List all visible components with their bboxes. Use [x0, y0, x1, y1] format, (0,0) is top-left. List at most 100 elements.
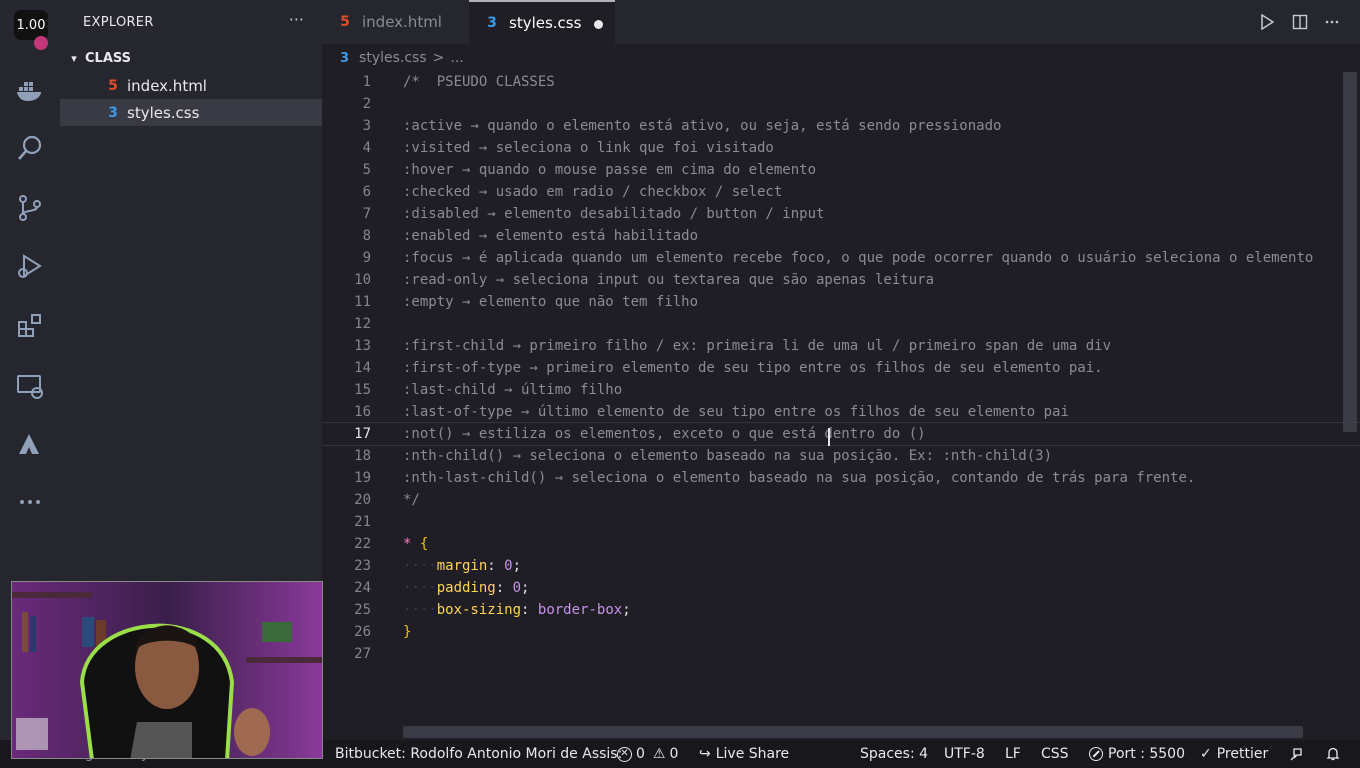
line-number: 8 — [362, 228, 371, 244]
docker-icon[interactable] — [0, 68, 60, 112]
code-text: } — [403, 624, 412, 640]
code-line[interactable]: 10 :read-only → seleciona input ou textar… — [322, 269, 1360, 291]
source-control-icon[interactable] — [0, 186, 60, 230]
check-double-icon: ✓ — [1200, 746, 1212, 762]
breadcrumb-file[interactable]: styles.css — [359, 50, 427, 66]
line-number: 7 — [362, 206, 371, 222]
code-line[interactable]: 13:first-child → primeiro filho / ex: pr… — [322, 335, 1360, 357]
webcam-overlay — [11, 581, 323, 759]
line-number: 24 — [354, 580, 371, 596]
code-text: ····margin: 0; — [403, 558, 522, 574]
line-number: 26 — [354, 624, 371, 640]
code-line[interactable]: 11:empty → elemento que não tem filho — [322, 291, 1360, 313]
code-line[interactable]: 12 — [322, 313, 1360, 335]
code-text: :checked → usado em radio / checkbox / s… — [403, 184, 783, 200]
text-cursor — [828, 428, 830, 446]
line-number: 18 — [354, 448, 371, 464]
code-line[interactable]: 7 :disabled → elemento desabilitado / but… — [322, 203, 1360, 225]
breadcrumb[interactable]: 3 styles.css > ... — [340, 46, 464, 70]
explorer-more-button[interactable]: ··· — [289, 10, 304, 29]
line-number: 17 — [354, 426, 371, 442]
split-editor-icon[interactable] — [1290, 12, 1310, 32]
code-line[interactable]: 21 — [322, 511, 1360, 533]
code-line[interactable]: 24 ····padding: 0; — [322, 577, 1360, 599]
file-item-styles-css[interactable]: 3 styles.css — [60, 99, 322, 126]
status-bitbucket[interactable]: Bitbucket: Rodolfo Antonio Mori de Assis… — [335, 740, 622, 768]
tab-label: index.html — [362, 13, 442, 31]
code-line[interactable]: 26} — [322, 621, 1360, 643]
code-line[interactable]: 1 /* PSEUDO CLASSES — [322, 71, 1360, 93]
code-text: :last-of-type → último elemento de seu t… — [403, 404, 1069, 420]
more-icon[interactable] — [0, 480, 60, 524]
code-editor[interactable]: 1/* PSEUDO CLASSES 2 3:active → quando o e… — [322, 70, 1360, 740]
code-line[interactable]: 2 — [322, 93, 1360, 115]
code-line[interactable]: 17:not() → estiliza os elementos, exceto… — [322, 422, 1360, 446]
line-number: 10 — [354, 272, 371, 288]
line-number: 20 — [354, 492, 371, 508]
line-number: 9 — [362, 250, 371, 266]
status-prettier[interactable]: ✓ Prettier — [1200, 740, 1268, 768]
code-text: :first-child → primeiro filho / ex: prim… — [403, 338, 1112, 354]
more-actions-icon[interactable] — [1322, 12, 1342, 32]
tab-styles-css[interactable]: 3 styles.css — [469, 0, 615, 44]
code-line[interactable]: 14 :first-of-type → primeiro elemento de … — [322, 357, 1360, 379]
line-number: 27 — [354, 646, 371, 662]
code-line[interactable]: 23 ····margin: 0; — [322, 555, 1360, 577]
status-encoding[interactable]: UTF-8 — [944, 740, 985, 768]
line-number: 22 — [354, 536, 371, 552]
tab-label: styles.css — [509, 14, 582, 32]
code-line[interactable]: 6:checked → usado em radio / checkbox / … — [322, 181, 1360, 203]
code-line[interactable]: 9 :focus → é aplicada quando um elemento … — [322, 247, 1360, 269]
atlassian-icon[interactable] — [0, 422, 60, 466]
bell-icon[interactable] — [1325, 740, 1341, 768]
status-eol[interactable]: LF — [1005, 740, 1021, 768]
breadcrumb-rest[interactable]: ... — [450, 50, 463, 66]
code-line[interactable]: 27 — [322, 643, 1360, 665]
code-text: :read-only → seleciona input ou textarea… — [403, 272, 935, 288]
code-line[interactable]: 25 ····box-sizing: border-box; — [322, 599, 1360, 621]
code-text: :disabled → elemento desabilitado / butt… — [403, 206, 825, 222]
warning-count: 0 — [669, 746, 679, 762]
file-name: styles.css — [127, 103, 200, 122]
notification-dot — [34, 36, 48, 50]
folder-class[interactable]: ▾ CLASS — [60, 46, 322, 70]
feedback-icon[interactable] — [1289, 740, 1305, 768]
line-number: 16 — [354, 404, 371, 420]
code-line[interactable]: 19:nth-last-child() → seleciona o elemen… — [322, 467, 1360, 489]
code-text: ····padding: 0; — [403, 580, 530, 596]
css3-icon: 3 — [340, 50, 350, 66]
code-line[interactable]: 22 * { — [322, 533, 1360, 555]
code-text: :focus → é aplicada quando um elemento r… — [403, 250, 1314, 266]
search-icon[interactable] — [0, 126, 60, 170]
line-number: 21 — [354, 514, 371, 530]
line-number: 14 — [354, 360, 371, 376]
code-line[interactable]: 8:enabled → elemento está habilitado — [322, 225, 1360, 247]
status-problems[interactable]: ✕ 0 ⚠ 0 — [617, 740, 678, 768]
horizontal-scrollbar[interactable] — [403, 726, 1303, 738]
status-indentation[interactable]: Spaces: 4 — [860, 740, 928, 768]
code-line[interactable]: 18:nth-child() → seleciona o elemento ba… — [322, 445, 1360, 467]
tab-index-html[interactable]: 5 index.html — [322, 0, 469, 44]
code-line[interactable]: 20 */ — [322, 489, 1360, 511]
code-line[interactable]: 16 :last-of-type → último elemento de seu… — [322, 401, 1360, 423]
status-live-share[interactable]: ↪ Live Share — [699, 740, 789, 768]
code-text: :visited → seleciona o link que foi visi… — [403, 140, 774, 156]
code-text: */ — [403, 492, 420, 508]
code-text: * { — [403, 536, 429, 552]
code-line[interactable]: 4:visited → seleciona o link que foi vis… — [322, 137, 1360, 159]
vertical-scrollbar[interactable] — [1343, 72, 1357, 432]
unsaved-dot-icon[interactable] — [594, 20, 603, 29]
remote-explorer-icon[interactable] — [0, 364, 60, 408]
code-line[interactable]: 15:last-child → último filho — [322, 379, 1360, 401]
code-text: :first-of-type → primeiro elemento de se… — [403, 360, 1103, 376]
run-icon[interactable] — [1257, 12, 1277, 32]
status-live-server[interactable]: Port : 5500 — [1089, 740, 1185, 768]
line-number: 23 — [354, 558, 371, 574]
run-debug-icon[interactable] — [0, 244, 60, 288]
explorer-title: EXPLORER — [83, 14, 154, 30]
extensions-icon[interactable] — [0, 304, 60, 348]
status-language[interactable]: CSS — [1041, 740, 1069, 768]
code-line[interactable]: 3:active → quando o elemento está ativo,… — [322, 115, 1360, 137]
file-item-index-html[interactable]: 5 index.html — [60, 72, 322, 99]
code-line[interactable]: 5:hover → quando o mouse passe em cima d… — [322, 159, 1360, 181]
